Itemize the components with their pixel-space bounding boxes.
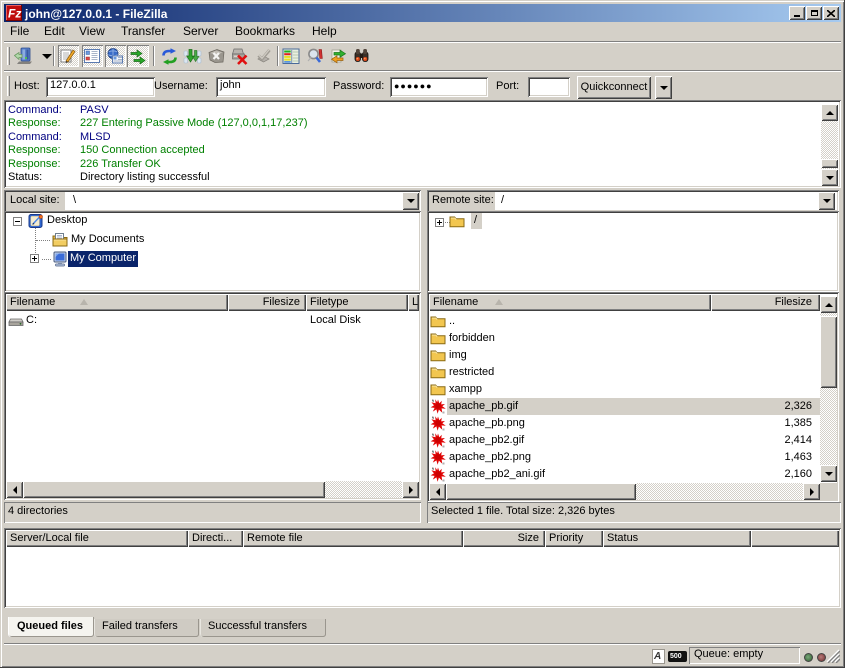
svg-text:Fz: Fz <box>8 7 21 21</box>
